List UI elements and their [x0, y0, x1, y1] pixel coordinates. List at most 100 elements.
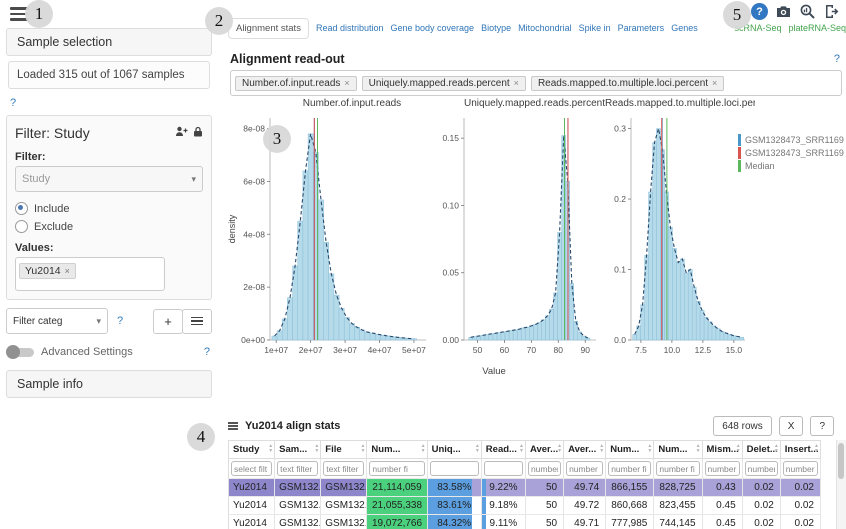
svg-text:density: density — [227, 214, 237, 243]
metric-chip-bar[interactable]: Number.of.input.reads × Uniquely.mapped.… — [230, 70, 842, 96]
column-filter-1[interactable] — [277, 461, 318, 476]
add-filter-button[interactable]: + — [153, 309, 183, 334]
user-plus-icon[interactable] — [175, 124, 188, 142]
column-header-label: Mism... — [707, 444, 739, 455]
cell-col-1: GSM132... — [275, 515, 321, 529]
column-filter-2[interactable] — [323, 461, 364, 476]
table-menu-icon[interactable] — [228, 421, 238, 432]
cell-col-11: 0.02 — [742, 497, 780, 515]
column-header-0[interactable]: Study▲▼ — [229, 441, 275, 459]
sample-selection-help-link[interactable]: ? — [10, 97, 16, 109]
column-header-11[interactable]: Delet...▲▼ — [742, 441, 780, 459]
table-help-button[interactable]: ? — [810, 416, 834, 436]
table-row[interactable]: Yu2014GSM132...GSM132...21,055,33883.61%… — [229, 497, 821, 515]
column-header-label: Uniq... — [432, 444, 461, 455]
column-filter-11[interactable] — [745, 461, 778, 476]
sort-icon: ▲▼ — [314, 444, 319, 453]
remove-chip-icon[interactable]: × — [344, 78, 349, 88]
column-header-5[interactable]: Read...▲▼ — [481, 441, 525, 459]
sort-icon: ▲▼ — [647, 444, 652, 453]
bar-fill — [482, 479, 486, 496]
column-filter-5[interactable] — [484, 461, 523, 476]
radio-include[interactable]: Include — [15, 202, 203, 215]
column-header-4[interactable]: Uniq...▲▼ — [427, 441, 481, 459]
cell-col-7: 49.72 — [564, 497, 606, 515]
chip-reads-mapped-multiple-loci[interactable]: Reads.mapped.to.multiple.loci.percent × — [531, 76, 724, 91]
chart-uniquely-mapped-percent: Uniquely.mapped.reads.percent 5060708090… — [434, 98, 605, 364]
filter-list-button[interactable] — [182, 309, 212, 334]
row-count-button[interactable]: 648 rows — [713, 416, 772, 436]
table-filter-row — [229, 459, 821, 479]
camera-icon[interactable] — [775, 3, 792, 20]
tab-alignment-stats[interactable]: Alignment stats — [228, 18, 309, 39]
scrollbar-thumb[interactable] — [838, 443, 844, 479]
column-filter-3[interactable] — [369, 461, 424, 476]
remove-tag-icon[interactable]: × — [65, 266, 70, 276]
chip-number-of-input-reads[interactable]: Number.of.input.reads × — [235, 76, 357, 91]
radio-exclude[interactable]: Exclude — [15, 220, 203, 233]
column-filter-10[interactable] — [705, 461, 740, 476]
list-icon — [191, 315, 203, 328]
sample-info-header[interactable]: Sample info — [6, 370, 212, 398]
close-table-button[interactable]: X — [779, 416, 804, 436]
column-filter-4[interactable] — [430, 461, 479, 476]
radio-exclude-control[interactable] — [15, 220, 28, 233]
tab-gene-body-coverage[interactable]: Gene body coverage — [391, 23, 475, 33]
cell-col-0: Yu2014 — [229, 515, 275, 529]
column-header-2[interactable]: File▲▼ — [321, 441, 367, 459]
column-header-6[interactable]: Aver...▲▼ — [525, 441, 563, 459]
readout-help-link[interactable]: ? — [834, 53, 840, 65]
table-header-row: Study▲▼Sam...▲▼File▲▼Num...▲▼Uniq...▲▼Re… — [229, 441, 821, 459]
table-scrollbar[interactable] — [836, 440, 846, 529]
column-header-12[interactable]: Insert...▲▼ — [780, 441, 820, 459]
column-filter-7[interactable] — [566, 461, 603, 476]
advanced-settings-help-link[interactable]: ? — [204, 346, 210, 358]
column-filter-9[interactable] — [656, 461, 699, 476]
tab-mitochondrial[interactable]: Mitochondrial — [518, 23, 572, 33]
remove-chip-icon[interactable]: × — [514, 78, 519, 88]
chip-uniquely-mapped-reads-percent[interactable]: Uniquely.mapped.reads.percent × — [362, 76, 526, 91]
help-button[interactable]: ? — [751, 3, 768, 20]
density-plot-svg: 1e+072e+073e+074e+075e+070e+002e-084e-08… — [226, 112, 434, 364]
column-header-7[interactable]: Aver...▲▼ — [564, 441, 606, 459]
svg-text:0.00: 0.00 — [442, 335, 459, 345]
column-filter-12[interactable] — [783, 461, 818, 476]
cell-col-8: 866,155 — [606, 479, 654, 497]
column-header-8[interactable]: Num...▲▼ — [606, 441, 654, 459]
tab-parameters[interactable]: Parameters — [618, 23, 665, 33]
cell-col-1: GSM132... — [275, 479, 321, 497]
column-filter-6[interactable] — [528, 461, 561, 476]
sample-selection-header[interactable]: Sample selection — [6, 28, 212, 56]
table-row[interactable]: Yu2014GSM132...GSM132...21,114,05983.58%… — [229, 479, 821, 497]
tab-platerna-seq[interactable]: plateRNA-Seq — [788, 23, 846, 33]
remove-chip-icon[interactable]: × — [712, 78, 717, 88]
svg-text:2e-08: 2e-08 — [243, 282, 265, 292]
cell-col-5: 9.18% — [481, 497, 525, 515]
column-header-3[interactable]: Num...▲▼ — [367, 441, 427, 459]
cell-col-2: GSM132... — [321, 479, 367, 497]
column-header-label: Num... — [658, 444, 687, 455]
column-header-label: Num... — [371, 444, 400, 455]
column-header-9[interactable]: Num...▲▼ — [654, 441, 702, 459]
filter-type-select[interactable]: Study ▾ — [15, 166, 203, 192]
tab-genes[interactable]: Genes — [671, 23, 698, 33]
table-row[interactable]: Yu2014GSM132...GSM132...19,072,76684.32%… — [229, 515, 821, 529]
tab-biotype[interactable]: Biotype — [481, 23, 511, 33]
plot-legend: GSM1328473_SRR1169901 GSM1328473_SRR1169… — [738, 134, 844, 173]
plot-zoom-icon[interactable] — [799, 3, 816, 20]
advanced-settings-toggle[interactable] — [8, 348, 34, 357]
filter-category-select[interactable]: Filter categ ▾ — [6, 308, 108, 334]
column-header-1[interactable]: Sam...▲▼ — [275, 441, 321, 459]
tab-read-distribution[interactable]: Read distribution — [316, 23, 384, 33]
exit-icon[interactable] — [823, 3, 840, 20]
align-stats-table: Study▲▼Sam...▲▼File▲▼Num...▲▼Uniq...▲▼Re… — [228, 440, 821, 529]
radio-include-control[interactable] — [15, 202, 28, 215]
column-header-10[interactable]: Mism...▲▼ — [702, 441, 742, 459]
cell-col-1: GSM132... — [275, 497, 321, 515]
sort-icon: ▲▼ — [519, 444, 524, 453]
filter-category-help-link[interactable]: ? — [117, 315, 123, 327]
tab-spike-in[interactable]: Spike in — [579, 23, 611, 33]
values-input[interactable]: Yu2014 × — [15, 257, 165, 291]
column-filter-0[interactable] — [231, 461, 272, 476]
column-filter-8[interactable] — [608, 461, 651, 476]
